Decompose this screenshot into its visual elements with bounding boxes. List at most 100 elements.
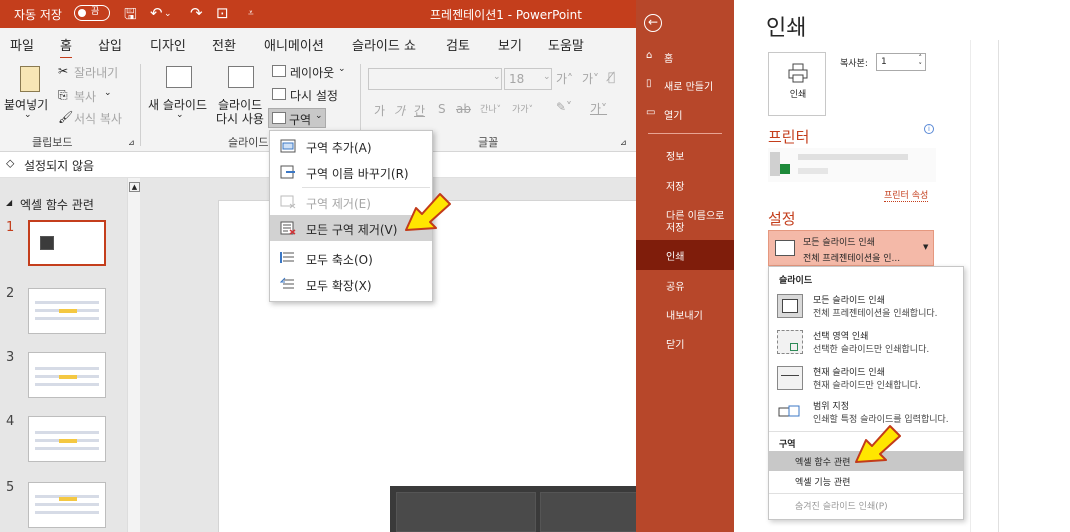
section-button[interactable]: 구역 ⌄ bbox=[268, 108, 326, 128]
reset-icon[interactable] bbox=[272, 88, 286, 100]
highlight-icon[interactable]: ✎˅ bbox=[556, 100, 572, 114]
new-slide-icon[interactable] bbox=[166, 66, 192, 88]
tab-animations[interactable]: 애니메이션 bbox=[264, 35, 324, 54]
scroll-up-icon[interactable]: ▲ bbox=[129, 182, 140, 192]
underline-icon[interactable]: 간 bbox=[414, 102, 425, 119]
copy-dropdown-icon[interactable]: ⌄ bbox=[104, 88, 112, 98]
copy-button[interactable]: 복사 bbox=[74, 88, 96, 105]
collapse-section-icon[interactable]: ◢ bbox=[6, 198, 12, 207]
font-name-combo[interactable]: ⌄ bbox=[368, 68, 502, 90]
nav-info[interactable]: 정보 bbox=[636, 148, 734, 163]
change-case-icon[interactable]: 가가˅ bbox=[512, 102, 533, 115]
cut-button[interactable]: 잘라내기 bbox=[74, 64, 118, 81]
nav-open[interactable]: ▭ 열기 bbox=[636, 107, 734, 122]
nav-export[interactable]: 내보내기 bbox=[636, 307, 734, 322]
tab-home[interactable]: 홈 bbox=[60, 35, 72, 60]
backstage-nav: ← ⌂ 홈 ▯ 새로 만들기 ▭ 열기 정보 저장 다른 이름으로 저장 인쇄 … bbox=[636, 0, 734, 532]
reuse-slides-icon[interactable] bbox=[228, 66, 254, 88]
undo-icon[interactable]: ↶ bbox=[150, 4, 163, 22]
tab-file[interactable]: 파일 bbox=[10, 35, 34, 54]
printer-status-blurred bbox=[798, 168, 828, 174]
tab-transitions[interactable]: 전환 bbox=[212, 35, 236, 54]
customize-qat-icon[interactable]: ⩡ bbox=[248, 8, 254, 19]
expand-all-item[interactable]: 모두 확장(X) bbox=[270, 271, 432, 297]
section-button-label: 구역 bbox=[289, 113, 312, 127]
copy-icon[interactable]: ⎘ bbox=[58, 88, 68, 103]
print-range-dropdown[interactable]: 모든 슬라이드 인쇄 전체 프레젠테이션을 인... ▼ bbox=[768, 230, 934, 266]
slide-thumbnail-4[interactable] bbox=[28, 416, 106, 462]
reset-button[interactable]: 다시 설정 bbox=[290, 87, 338, 104]
autosave-toggle[interactable]: 끔 bbox=[74, 5, 110, 21]
paste-icon[interactable] bbox=[20, 66, 40, 92]
slide-image[interactable] bbox=[390, 486, 636, 532]
collapse-all-item[interactable]: 모두 축소(O) bbox=[270, 245, 432, 271]
settings-scrollbar[interactable] bbox=[970, 40, 971, 532]
back-arrow-icon[interactable]: ← bbox=[644, 14, 662, 32]
printer-selector[interactable] bbox=[768, 148, 936, 182]
thumbnail-scrollbar[interactable]: ▲ bbox=[127, 178, 140, 532]
slide-thumbnail-5[interactable] bbox=[28, 482, 106, 528]
font-size-combo[interactable]: 18 ⌄ bbox=[504, 68, 552, 90]
nav-share[interactable]: 공유 bbox=[636, 278, 734, 293]
nav-new[interactable]: ▯ 새로 만들기 bbox=[636, 78, 734, 93]
redo-icon[interactable]: ↷ bbox=[190, 4, 203, 22]
nav-close[interactable]: 닫기 bbox=[636, 336, 734, 351]
layout-icon[interactable] bbox=[272, 65, 286, 77]
char-spacing-icon[interactable]: 간나˅ bbox=[480, 102, 501, 115]
copies-spinner-icon[interactable]: ˄ ˅ bbox=[919, 54, 923, 70]
grow-font-icon[interactable]: 가˄ bbox=[556, 70, 573, 87]
cut-icon[interactable]: ✂ bbox=[58, 64, 68, 78]
menu-heading-slides: 슬라이드 bbox=[779, 276, 813, 286]
info-icon[interactable]: i bbox=[924, 124, 934, 134]
section-item-excel-features[interactable]: 엑셀 기능 관련 bbox=[769, 471, 963, 491]
nav-save[interactable]: 저장 bbox=[636, 178, 734, 193]
slide-thumbnail-3[interactable] bbox=[28, 352, 106, 398]
ribbon-tabs: 파일 홈 삽입 디자인 전환 애니메이션 슬라이드 쇼 검토 보기 도움말 bbox=[0, 28, 636, 60]
italic-icon[interactable]: 가 bbox=[394, 102, 405, 119]
print-all-slides-item[interactable]: 모든 슬라이드 인쇄 전체 프레젠테이션을 인쇄합니다. bbox=[775, 291, 959, 325]
present-icon[interactable]: ⊡ bbox=[216, 4, 229, 22]
tab-help[interactable]: 도움말 bbox=[548, 35, 584, 54]
nav-home[interactable]: ⌂ 홈 bbox=[636, 50, 734, 65]
print-selection-item[interactable]: 선택 영역 인쇄 선택한 슬라이드만 인쇄합니다. bbox=[775, 327, 959, 361]
slide-thumbnail-1[interactable] bbox=[28, 220, 106, 266]
font-color-icon[interactable]: 가˅ bbox=[590, 100, 607, 117]
layout-dropdown-icon[interactable]: ⌄ bbox=[338, 64, 346, 74]
slide-thumbnail-2[interactable] bbox=[28, 288, 106, 334]
print-hidden-slides-item[interactable]: 숨겨진 슬라이드 인쇄(P) bbox=[769, 495, 963, 515]
print-button[interactable]: 인쇄 bbox=[768, 52, 826, 116]
tab-design[interactable]: 디자인 bbox=[150, 35, 186, 54]
tab-slideshow[interactable]: 슬라이드 쇼 bbox=[352, 35, 416, 54]
shadow-icon[interactable]: S bbox=[438, 102, 446, 116]
all-slides-icon bbox=[777, 294, 803, 318]
bold-icon[interactable]: 가 bbox=[374, 102, 385, 119]
printer-properties-link[interactable]: 프린터 속성 bbox=[884, 188, 929, 202]
add-section-item[interactable]: 구역 추가(A) bbox=[270, 133, 432, 159]
group-divider bbox=[140, 64, 141, 146]
expand-all-icon bbox=[280, 277, 294, 289]
folder-icon: ▭ bbox=[646, 107, 656, 118]
reuse-slides-button-line2[interactable]: 다시 사용 bbox=[216, 110, 264, 127]
print-current-slide-item[interactable]: 현재 슬라이드 인쇄 현재 슬라이드만 인쇄합니다. bbox=[775, 363, 959, 397]
tab-review[interactable]: 검토 bbox=[446, 35, 470, 54]
nav-save-as[interactable]: 다른 이름으로 저장 bbox=[636, 207, 734, 235]
shrink-font-icon[interactable]: 가˅ bbox=[582, 70, 599, 87]
font-launcher-icon[interactable]: ⊿ bbox=[620, 138, 627, 147]
clipboard-launcher-icon[interactable]: ⊿ bbox=[128, 138, 135, 147]
nav-print[interactable]: 인쇄 bbox=[636, 240, 734, 270]
paste-dropdown-icon[interactable]: ⌄ bbox=[24, 110, 32, 120]
section-header[interactable]: 엑셀 함수 관련 bbox=[20, 196, 94, 213]
clear-format-icon[interactable]: 가̸ bbox=[608, 70, 615, 84]
format-painter-icon[interactable]: 🖌 bbox=[58, 110, 73, 124]
tab-insert[interactable]: 삽입 bbox=[98, 35, 122, 54]
rename-section-item[interactable]: 구역 이름 바꾸기(R) bbox=[270, 159, 432, 185]
strikethrough-icon[interactable]: ab bbox=[456, 102, 471, 116]
copies-input[interactable]: 1 ˄ ˅ bbox=[876, 53, 926, 71]
tab-view[interactable]: 보기 bbox=[498, 35, 522, 54]
format-painter-button[interactable]: 서식 복사 bbox=[74, 110, 122, 127]
new-slide-dropdown-icon[interactable]: ⌄ bbox=[176, 110, 184, 120]
undo-dropdown-icon[interactable]: ⌄ bbox=[164, 9, 172, 19]
layout-button[interactable]: 레이아웃 bbox=[290, 64, 334, 81]
slide-number: 1 bbox=[6, 220, 15, 235]
save-icon[interactable]: 🖫 bbox=[124, 4, 137, 29]
